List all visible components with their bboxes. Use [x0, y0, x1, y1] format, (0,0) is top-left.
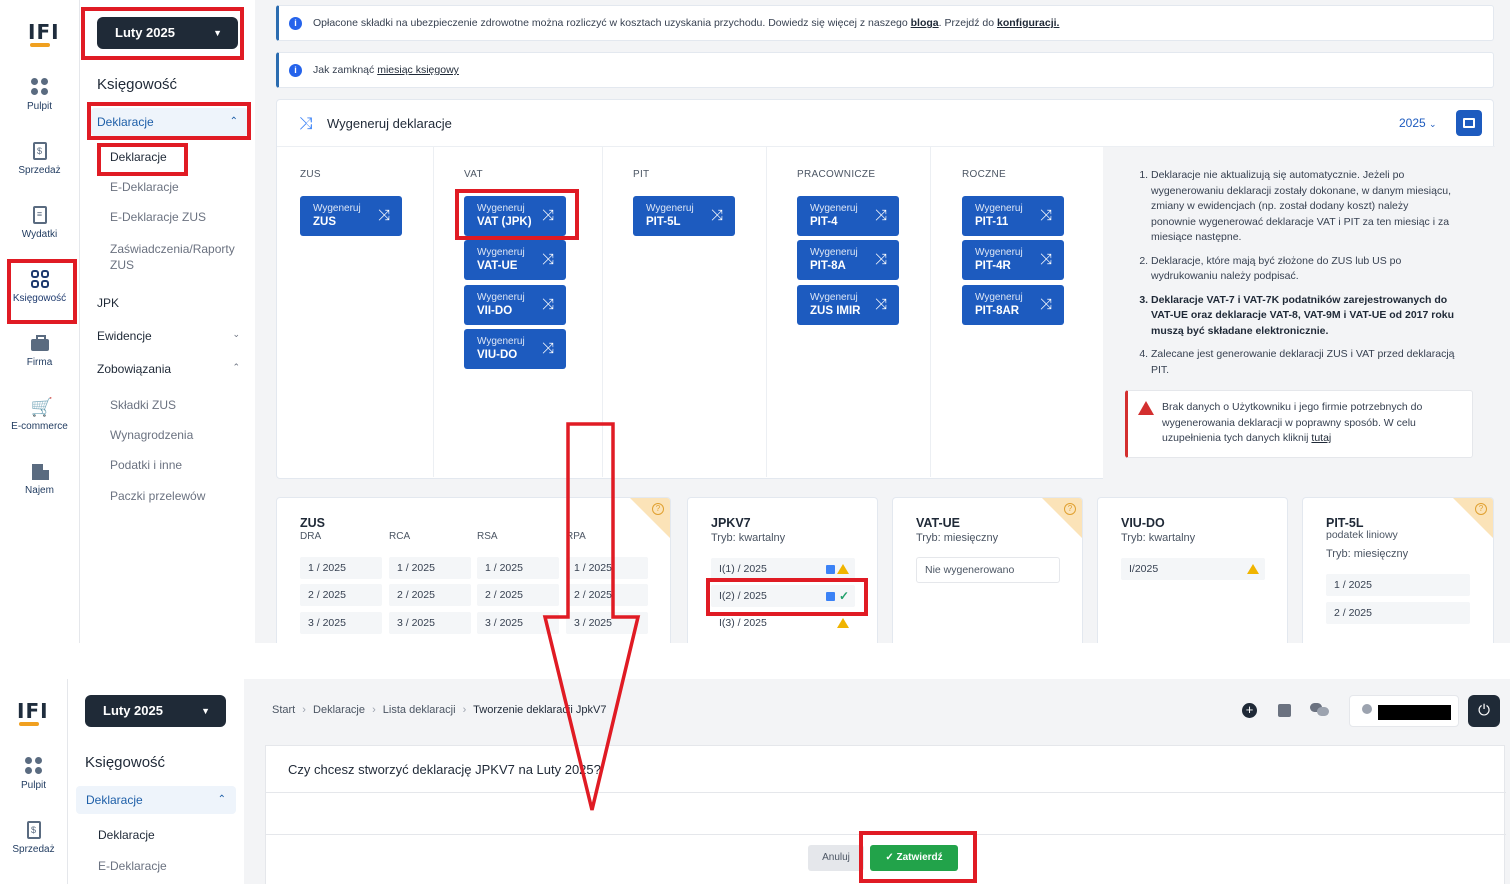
flow-arrow	[542, 422, 641, 811]
flow-arrow-shape	[542, 422, 641, 811]
